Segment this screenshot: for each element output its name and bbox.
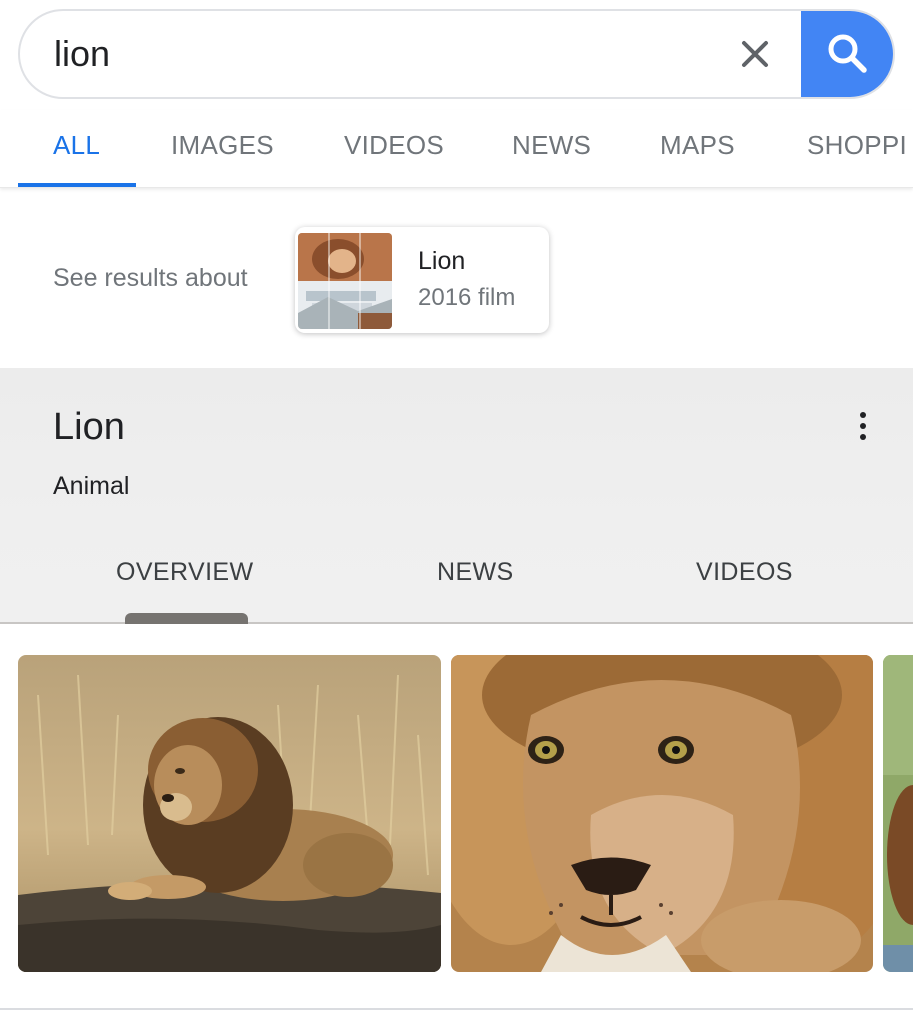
more-vert-icon[interactable] bbox=[845, 406, 881, 446]
knowledge-panel-header: Lion Animal OVERVIEW NEWS VIDEOS bbox=[0, 368, 913, 624]
entity-title: Lion bbox=[418, 247, 466, 275]
search-button[interactable] bbox=[801, 11, 893, 97]
search-icon bbox=[828, 34, 867, 73]
tab-images[interactable]: IMAGES bbox=[171, 130, 274, 161]
film-thumbnail bbox=[298, 233, 392, 329]
tab-all[interactable]: ALL bbox=[53, 130, 100, 161]
kp-tab-videos[interactable]: VIDEOS bbox=[696, 558, 793, 587]
image-lion-partial[interactable] bbox=[883, 655, 913, 972]
knowledge-panel-subtitle: Animal bbox=[53, 472, 130, 500]
section-divider bbox=[0, 1008, 913, 1010]
kp-tab-news[interactable]: NEWS bbox=[437, 558, 514, 587]
search-results-page: ALL IMAGES VIDEOS NEWS MAPS SHOPPI See r… bbox=[0, 0, 913, 1024]
tab-news[interactable]: NEWS bbox=[512, 130, 591, 161]
search-bar bbox=[18, 9, 895, 99]
kp-tab-overview[interactable]: OVERVIEW bbox=[116, 558, 254, 587]
tab-maps[interactable]: MAPS bbox=[660, 130, 735, 161]
active-tab-indicator bbox=[18, 183, 136, 187]
search-tabs: ALL IMAGES VIDEOS NEWS MAPS SHOPPI bbox=[0, 110, 913, 188]
entity-subtitle: 2016 film bbox=[418, 284, 516, 311]
image-lion-face-closeup[interactable] bbox=[451, 655, 873, 972]
tab-videos[interactable]: VIDEOS bbox=[344, 130, 444, 161]
kp-active-tab-indicator bbox=[125, 613, 248, 624]
image-lion-lying-grass[interactable] bbox=[18, 655, 441, 972]
see-results-label: See results about bbox=[53, 264, 248, 292]
tab-shopping[interactable]: SHOPPI bbox=[807, 130, 907, 161]
clear-search-button[interactable] bbox=[734, 33, 776, 75]
entity-chip-lion-film[interactable]: Lion 2016 film bbox=[295, 227, 549, 333]
knowledge-panel-title: Lion bbox=[53, 406, 125, 448]
close-icon bbox=[742, 41, 768, 67]
search-input[interactable] bbox=[54, 11, 734, 97]
